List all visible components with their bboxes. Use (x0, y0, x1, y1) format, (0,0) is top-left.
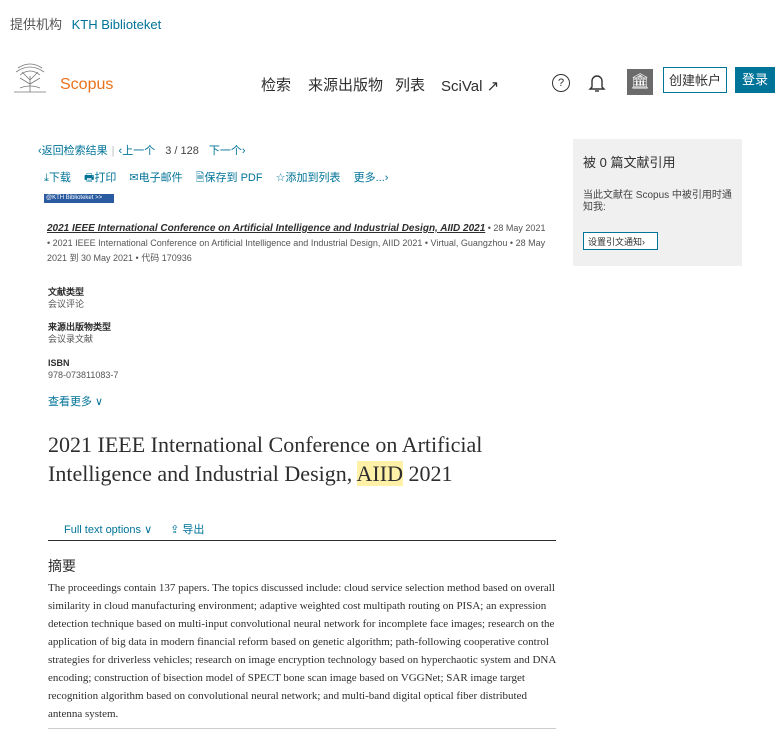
previous-link[interactable]: ‹上一个 (119, 145, 156, 157)
institution-bar: 提供机构 KTH Biblioteket (10, 14, 161, 33)
divider (48, 540, 556, 541)
next-link[interactable]: 下一个› (209, 145, 246, 157)
kth-library-badge[interactable]: @KTH Biblioteket >> (44, 194, 114, 203)
login-button[interactable]: 登录 (735, 67, 775, 93)
add-to-list-button[interactable]: ☆添加到列表 (276, 172, 341, 184)
provider-label: 提供机构 (10, 17, 63, 32)
divider (48, 728, 556, 729)
source-title-link[interactable]: 2021 IEEE International Conference on Ar… (47, 223, 485, 234)
current-index: 3 (165, 145, 172, 157)
help-icon[interactable]: ? (552, 74, 570, 92)
citations-panel: 被 0 篇文献引用 当此文献在 Scopus 中被引用时通知我: 设置引文通知› (573, 139, 742, 266)
highlighted-term: AIID (356, 461, 403, 486)
document-type: 文献类型 会议评论 (48, 287, 85, 309)
print-button[interactable]: 🖶打印 (84, 172, 116, 184)
save-pdf-button[interactable]: 🗎保存到 PDF (196, 172, 263, 184)
isbn: ISBN 978-073811083-7 (48, 358, 119, 380)
document-actions: ⤓下载 🖶打印 ✉电子邮件 🗎保存到 PDF ☆添加到列表 更多...› (44, 169, 398, 188)
create-account-button[interactable]: 创建帐户 (663, 67, 727, 93)
source-type: 来源出版物类型 会议录文献 (48, 322, 112, 344)
nav-sources[interactable]: 来源出版物 (308, 74, 383, 95)
institution-icon[interactable]: 🏛 (627, 69, 653, 95)
back-to-results-link[interactable]: ‹返回检索结果 (38, 145, 108, 157)
fulltext-toolbar: Full text options ∨ ⇪ 导出 (64, 521, 204, 537)
full-text-options-dropdown[interactable]: Full text options ∨ (64, 524, 152, 536)
result-navigation: ‹返回检索结果 | ‹上一个 3 / 128 下一个› (38, 145, 246, 157)
show-more-link[interactable]: 查看更多 ∨ (48, 393, 103, 409)
abstract-text: The proceedings contain 137 papers. The … (48, 582, 556, 720)
elsevier-logo[interactable] (12, 62, 48, 94)
cited-by-heading: 被 0 篇文献引用 (583, 155, 676, 170)
more-actions-button[interactable]: 更多...› (354, 172, 389, 184)
email-button[interactable]: ✉电子邮件 (129, 172, 182, 184)
nav-search[interactable]: 检索 (261, 74, 291, 95)
set-citation-alert-button[interactable]: 设置引文通知› (583, 232, 658, 250)
source-info: 2021 IEEE International Conference on Ar… (47, 221, 547, 266)
document-title: 2021 IEEE International Conference on Ar… (48, 432, 483, 486)
bell-icon[interactable] (588, 73, 606, 93)
nav-scival[interactable]: SciVal ↗ (441, 77, 499, 95)
abstract-heading: 摘要 (48, 558, 76, 574)
download-button[interactable]: ⤓下载 (44, 172, 71, 184)
total-count: 128 (180, 145, 199, 157)
export-button[interactable]: ⇪ 导出 (170, 524, 204, 536)
scopus-brand[interactable]: Scopus (60, 76, 113, 94)
institution-link[interactable]: KTH Biblioteket (72, 17, 162, 32)
nav-lists[interactable]: 列表 (395, 74, 425, 95)
citation-alert-description: 当此文献在 Scopus 中被引用时通知我: (583, 190, 732, 213)
